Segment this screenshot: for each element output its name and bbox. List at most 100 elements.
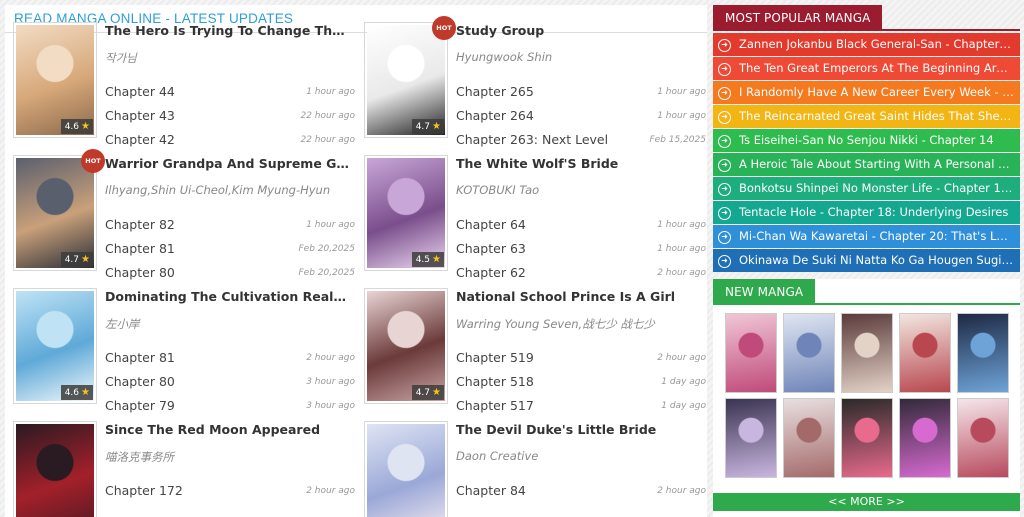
chapter-link[interactable]: Chapter 44 bbox=[105, 84, 175, 99]
chapter-link[interactable]: Chapter 82 bbox=[105, 217, 175, 232]
popular-manga-item[interactable]: ➜ Bonkotsu Shinpei No Monster Life - Chap… bbox=[713, 177, 1020, 200]
chapter-time: 3 hour ago bbox=[306, 377, 355, 387]
chapter-link[interactable]: Chapter 172 bbox=[105, 483, 183, 498]
chapter-link[interactable]: Chapter 43 bbox=[105, 108, 175, 123]
chapter-link[interactable]: Chapter 63 bbox=[456, 241, 526, 256]
chapter-row: Chapter 84 2 hour ago bbox=[456, 483, 706, 501]
rating-value: 4.7 bbox=[415, 122, 431, 132]
chapter-link[interactable]: Chapter 80 bbox=[105, 374, 175, 389]
chapter-link[interactable]: Chapter 265 bbox=[456, 84, 534, 99]
manga-title-link[interactable]: Warrior Grandpa And Supreme Gra... bbox=[105, 156, 353, 171]
new-manga-cover[interactable] bbox=[899, 398, 951, 478]
popular-manga-item[interactable]: ➜ Mi-Chan Wa Kawaretai - Chapter 20: That… bbox=[713, 225, 1020, 248]
new-manga-section: NEW MANGA << MORE >> bbox=[713, 279, 1020, 517]
chapter-link[interactable]: Chapter 264 bbox=[456, 108, 534, 123]
chapter-link[interactable]: Chapter 517 bbox=[456, 398, 534, 413]
chapter-row: Chapter 518 1 day ago bbox=[456, 374, 706, 392]
popular-manga-item[interactable]: ➜ I Randomly Have A New Career Every Week… bbox=[713, 81, 1020, 104]
manga-title-link[interactable]: Dominating The Cultivation Realm ... bbox=[105, 289, 353, 304]
manga-cover[interactable] bbox=[13, 421, 97, 517]
manga-card: 4.5 ★ The White Wolf'S Bride KOTOBUKI Tao Ch… bbox=[364, 155, 706, 280]
manga-cover[interactable]: 4.7 ★ bbox=[364, 22, 448, 138]
new-manga-cover[interactable] bbox=[725, 313, 777, 393]
manga-card: 4.6 ★ Dominating The Cultivation Realm ...… bbox=[13, 288, 355, 413]
popular-manga-item[interactable]: ➜ Zannen Jokanbu Black General-San - Chap… bbox=[713, 33, 1020, 56]
popular-manga-label: The Ten Great Emperors At The Beginning … bbox=[739, 61, 1018, 75]
chapter-row: Chapter 44 1 hour ago bbox=[105, 84, 355, 102]
manga-cover[interactable]: 4.6 ★ bbox=[13, 22, 97, 138]
chapter-link[interactable]: Chapter 62 bbox=[456, 265, 526, 280]
chapter-row: Chapter 519 2 hour ago bbox=[456, 350, 706, 368]
rating-badge: 4.5 ★ bbox=[411, 252, 444, 267]
chapter-link[interactable]: Chapter 42 bbox=[105, 132, 175, 147]
manga-title-link[interactable]: The Hero Is Trying To Change The H... bbox=[105, 23, 353, 38]
chapter-link[interactable]: Chapter 518 bbox=[456, 374, 534, 389]
chapter-link[interactable]: Chapter 64 bbox=[456, 217, 526, 232]
rating-value: 4.6 bbox=[64, 388, 80, 398]
popular-manga-item[interactable]: ➜ The Ten Great Emperors At The Beginning… bbox=[713, 57, 1020, 80]
new-manga-cover[interactable] bbox=[957, 398, 1009, 478]
chapter-link[interactable]: Chapter 81 bbox=[105, 350, 175, 365]
star-icon: ★ bbox=[81, 121, 90, 132]
chapter-time: 1 hour ago bbox=[657, 87, 706, 97]
chapter-link[interactable]: Chapter 81 bbox=[105, 241, 175, 256]
new-manga-cover[interactable] bbox=[957, 313, 1009, 393]
new-manga-cover[interactable] bbox=[725, 398, 777, 478]
popular-manga-list: ➜ Zannen Jokanbu Black General-San - Chap… bbox=[713, 33, 1020, 272]
popular-manga-label: Bonkotsu Shinpei No Monster Life - Chapt… bbox=[739, 181, 1020, 195]
manga-card: The Devil Duke's Little Bride Daon Creati… bbox=[364, 421, 706, 517]
chapter-row: Chapter 79 3 hour ago bbox=[105, 398, 355, 416]
popular-manga-item[interactable]: ➜ Tentacle Hole - Chapter 18: Underlying … bbox=[713, 201, 1020, 224]
chapter-time: 2 hour ago bbox=[657, 486, 706, 496]
popular-manga-item[interactable]: ➜ Ts Eiseihei-San No Senjou Nikki - Chapt… bbox=[713, 129, 1020, 152]
new-manga-cover[interactable] bbox=[841, 398, 893, 478]
chapter-link[interactable]: Chapter 84 bbox=[456, 483, 526, 498]
chapter-row: Chapter 264 1 hour ago bbox=[456, 108, 706, 126]
chapter-time: 1 hour ago bbox=[657, 111, 706, 121]
chapter-row: Chapter 80 3 hour ago bbox=[105, 374, 355, 392]
more-button[interactable]: << MORE >> bbox=[713, 493, 1020, 511]
chapter-link[interactable]: Chapter 80 bbox=[105, 265, 175, 280]
popular-manga-item[interactable]: ➜ A Heroic Tale About Starting With A Per… bbox=[713, 153, 1020, 176]
manga-cover[interactable] bbox=[364, 421, 448, 517]
new-manga-cover[interactable] bbox=[899, 313, 951, 393]
new-manga-cover[interactable] bbox=[783, 398, 835, 478]
manga-author: 喵洛克事务所 bbox=[105, 450, 174, 464]
chapter-time: 2 hour ago bbox=[306, 486, 355, 496]
chapter-time: Feb 20,2025 bbox=[298, 268, 355, 278]
manga-cover[interactable]: 4.6 ★ bbox=[13, 288, 97, 404]
popular-manga-item[interactable]: ➜ Okinawa De Suki Ni Natta Ko Ga Hougen S… bbox=[713, 249, 1020, 272]
chapter-row: Chapter 82 1 hour ago bbox=[105, 217, 355, 235]
popular-manga-item[interactable]: ➜ The Reincarnated Great Saint Hides That… bbox=[713, 105, 1020, 128]
manga-cover[interactable]: 4.5 ★ bbox=[364, 155, 448, 271]
popular-manga-label: Tentacle Hole - Chapter 18: Underlying D… bbox=[739, 205, 1009, 219]
manga-card: 4.7 ★ HOT Warrior Grandpa And Supreme Gra..… bbox=[13, 149, 355, 280]
new-manga-cover[interactable] bbox=[783, 313, 835, 393]
manga-cover[interactable]: 4.7 ★ bbox=[13, 155, 97, 271]
hot-badge: HOT bbox=[432, 16, 456, 40]
popular-manga-label: The Reincarnated Great Saint Hides That … bbox=[739, 109, 1020, 123]
chapter-row: Chapter 263: Next Level Feb 15,2025 bbox=[456, 132, 706, 150]
new-manga-cover[interactable] bbox=[841, 313, 893, 393]
chapter-link[interactable]: Chapter 519 bbox=[456, 350, 534, 365]
chapter-row: Chapter 64 1 hour ago bbox=[456, 217, 706, 235]
manga-title-link[interactable]: Study Group bbox=[456, 23, 704, 38]
chapter-time: 3 hour ago bbox=[306, 401, 355, 411]
manga-author: Ilhyang,Shin Ui-Cheol,Kim Myung-Hyun bbox=[105, 183, 331, 197]
rating-badge: 4.6 ★ bbox=[60, 385, 93, 400]
chapter-time: 22 hour ago bbox=[300, 135, 355, 145]
manga-title-link[interactable]: National School Prince Is A Girl bbox=[456, 289, 704, 304]
popular-manga-label: Okinawa De Suki Ni Natta Ko Ga Hougen Su… bbox=[739, 253, 1017, 267]
rating-value: 4.5 bbox=[415, 255, 431, 265]
manga-card: Since The Red Moon Appeared 喵洛克事务所 Chapter… bbox=[13, 421, 355, 517]
manga-title-link[interactable]: The Devil Duke's Little Bride bbox=[456, 422, 704, 437]
chapter-time: 1 hour ago bbox=[657, 220, 706, 230]
chapter-link[interactable]: Chapter 263: Next Level bbox=[456, 132, 608, 147]
manga-title-link[interactable]: The White Wolf'S Bride bbox=[456, 156, 704, 171]
manga-title-link[interactable]: Since The Red Moon Appeared bbox=[105, 422, 353, 437]
chapter-row: Chapter 81 Feb 20,2025 bbox=[105, 241, 355, 259]
star-icon: ★ bbox=[81, 254, 90, 265]
manga-author: Daon Creative bbox=[456, 449, 539, 463]
chapter-link[interactable]: Chapter 79 bbox=[105, 398, 175, 413]
manga-cover[interactable]: 4.7 ★ bbox=[364, 288, 448, 404]
